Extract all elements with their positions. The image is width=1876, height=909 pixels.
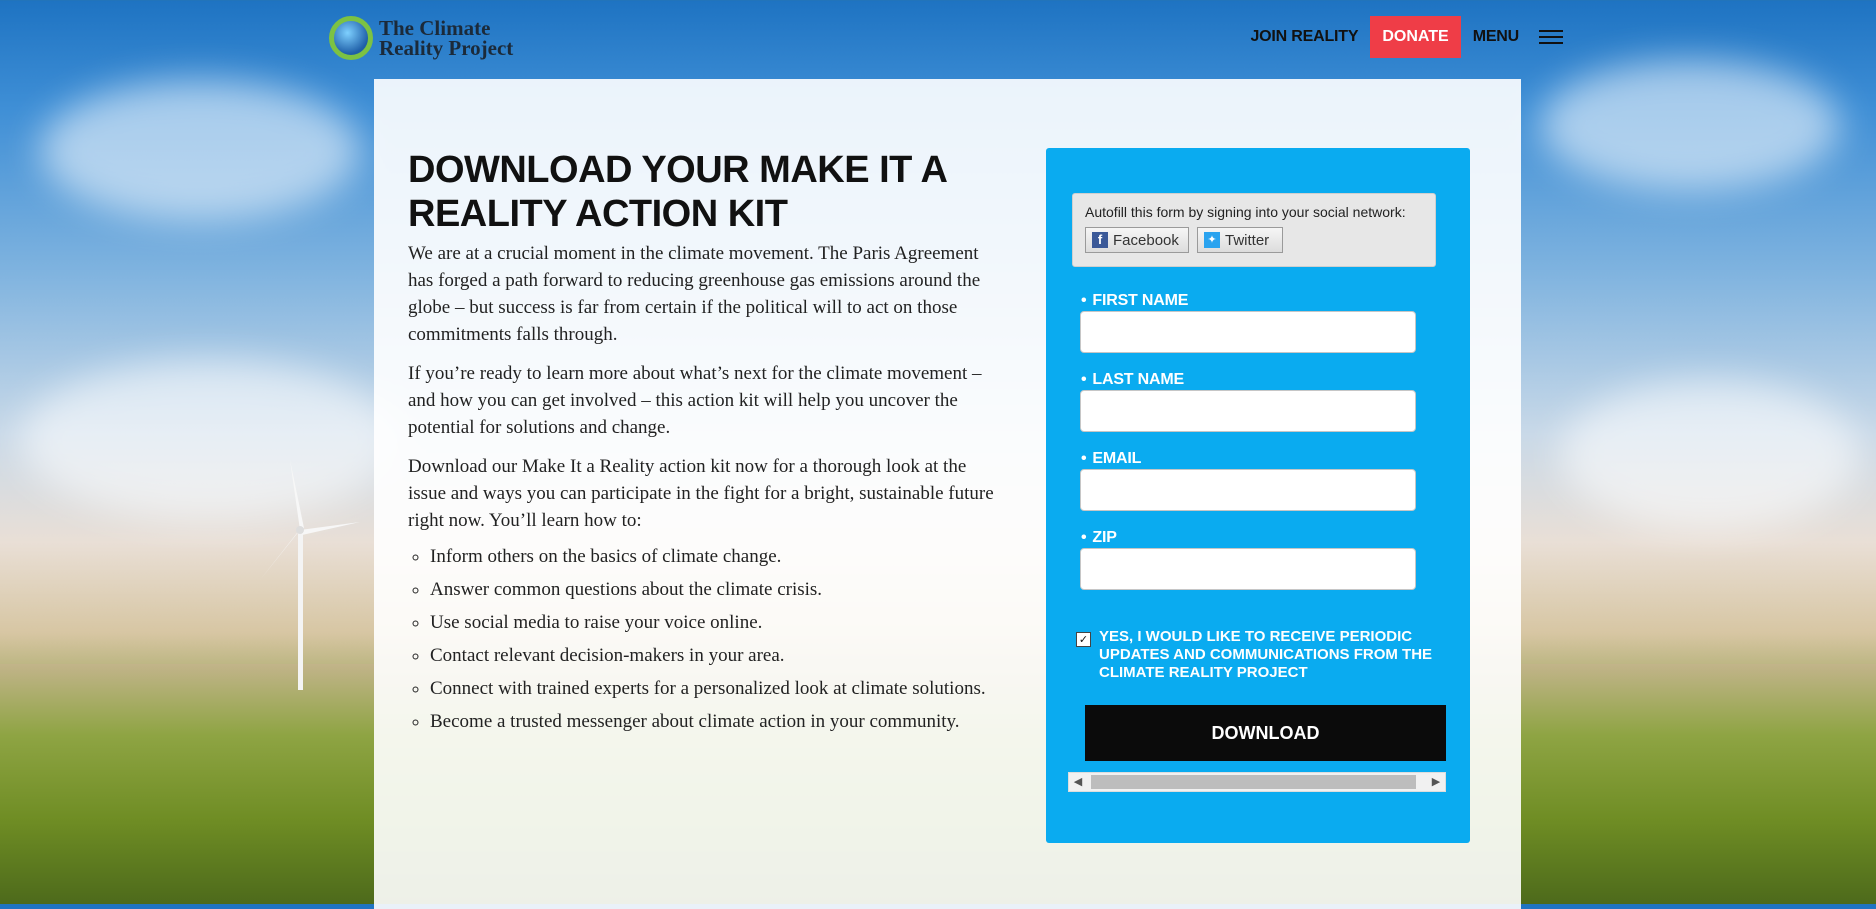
scrollbar-thumb[interactable] <box>1091 775 1416 789</box>
donate-button[interactable]: DONATE <box>1370 16 1461 58</box>
facebook-icon: f <box>1092 232 1108 248</box>
wind-turbine-image <box>260 460 360 690</box>
download-button[interactable]: DOWNLOAD <box>1085 705 1446 761</box>
join-reality-link[interactable]: JOIN REALITY <box>1250 28 1358 46</box>
list-item: Inform others on the basics of climate c… <box>430 546 998 568</box>
scroll-left-arrow-icon[interactable]: ◀ <box>1069 773 1087 791</box>
required-marker: • <box>1081 450 1087 467</box>
optin-checkbox[interactable]: ✓ <box>1076 632 1091 647</box>
list-item: Contact relevant decision-makers in your… <box>430 645 998 667</box>
list-item: Become a trusted messenger about climate… <box>430 711 998 733</box>
first-name-label: • FIRST NAME <box>1081 292 1188 310</box>
facebook-label: Facebook <box>1113 231 1179 249</box>
email-field[interactable] <box>1080 469 1416 511</box>
last-name-label-text: LAST NAME <box>1092 371 1184 388</box>
email-label: • EMAIL <box>1081 450 1141 468</box>
twitter-autofill-button[interactable]: ✦ Twitter <box>1197 227 1283 253</box>
logo-line-1: The Climate <box>379 16 491 40</box>
intro-copy: We are at a crucial moment in the climat… <box>408 240 998 744</box>
last-name-field[interactable] <box>1080 390 1416 432</box>
required-marker: • <box>1081 371 1087 388</box>
background-cloud <box>40 80 360 220</box>
logo-wordmark: The Climate Reality Project <box>379 16 514 60</box>
twitter-label: Twitter <box>1225 231 1270 249</box>
main-nav: JOIN REALITY DONATE MENU <box>1250 16 1563 58</box>
menu-link[interactable]: MENU <box>1473 28 1520 46</box>
background-cloud <box>1540 60 1840 190</box>
optin-row: ✓ YES, I WOULD LIKE TO RECEIVE PERIODIC … <box>1076 628 1446 682</box>
first-name-field[interactable] <box>1080 311 1416 353</box>
first-name-label-text: FIRST NAME <box>1092 292 1189 309</box>
list-item: Answer common questions about the climat… <box>430 579 998 601</box>
hamburger-menu-icon[interactable] <box>1539 30 1563 44</box>
list-item: Connect with trained experts for a perso… <box>430 678 998 700</box>
twitter-bird-icon: ✦ <box>1204 232 1220 248</box>
optin-label: YES, I WOULD LIKE TO RECEIVE PERIODIC UP… <box>1099 628 1433 681</box>
globe-logo-icon <box>329 16 373 60</box>
intro-paragraph: Download our Make It a Reality action ki… <box>408 456 994 531</box>
intro-paragraph: We are at a crucial moment in the climat… <box>408 243 981 345</box>
learning-list: Inform others on the basics of climate c… <box>408 546 998 733</box>
download-form: Autofill this form by signing into your … <box>1046 148 1470 843</box>
social-autofill-box: Autofill this form by signing into your … <box>1072 193 1436 267</box>
page-title: DOWNLOAD YOUR MAKE IT A REALITY ACTION K… <box>408 149 947 235</box>
background-cloud <box>1560 380 1860 530</box>
scroll-right-arrow-icon[interactable]: ▶ <box>1427 773 1445 791</box>
zip-label-text: ZIP <box>1092 529 1117 546</box>
horizontal-scrollbar[interactable]: ◀ ▶ <box>1068 772 1446 792</box>
required-marker: • <box>1081 292 1087 309</box>
social-autofill-caption: Autofill this form by signing into your … <box>1085 204 1406 220</box>
site-logo[interactable]: The Climate Reality Project <box>329 16 513 60</box>
zip-label: • ZIP <box>1081 529 1117 547</box>
last-name-label: • LAST NAME <box>1081 371 1184 389</box>
email-label-text: EMAIL <box>1092 450 1142 467</box>
list-item: Use social media to raise your voice onl… <box>430 612 998 634</box>
logo-line-2: Reality Project <box>379 36 514 60</box>
required-marker: • <box>1081 529 1087 546</box>
zip-field[interactable] <box>1080 548 1416 590</box>
facebook-autofill-button[interactable]: f Facebook <box>1085 227 1189 253</box>
intro-paragraph: If you’re ready to learn more about what… <box>408 363 982 438</box>
